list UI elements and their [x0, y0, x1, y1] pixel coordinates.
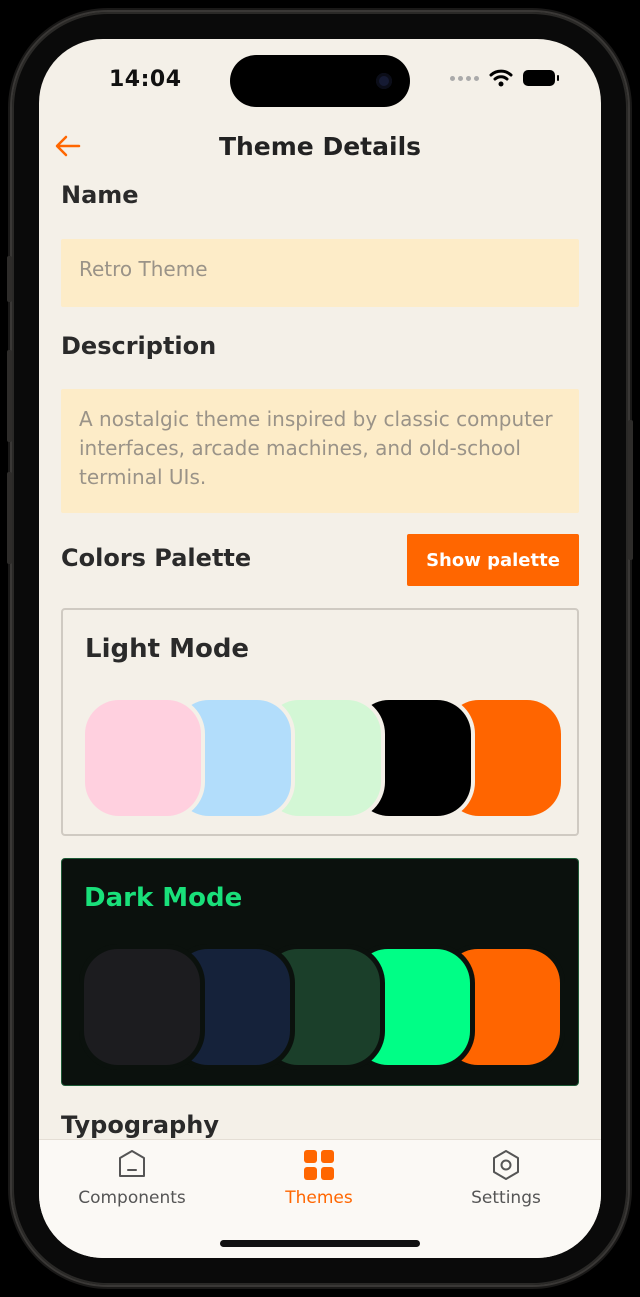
tab-settings[interactable]: Settings — [426, 1148, 586, 1208]
dynamic-island — [230, 55, 410, 107]
side-button-volume-up — [7, 350, 12, 442]
typography-label: Typography — [61, 1111, 219, 1139]
tab-themes[interactable]: Themes — [239, 1148, 399, 1208]
nav-bar: Theme Details — [39, 127, 601, 171]
side-button-volume-down — [7, 472, 12, 564]
side-button-mute — [7, 256, 12, 302]
home-indicator — [220, 1240, 420, 1247]
light-mode-title: Light Mode — [85, 634, 250, 664]
tab-settings-label: Settings — [471, 1188, 541, 1208]
dark-mode-swatches — [84, 949, 564, 1065]
dark-mode-title: Dark Mode — [84, 883, 243, 913]
tab-components[interactable]: Components — [52, 1148, 212, 1208]
tab-components-label: Components — [78, 1188, 186, 1208]
name-label: Name — [61, 181, 139, 209]
battery-icon — [523, 70, 559, 86]
screen: 14:04 Theme Details Name Retro Theme Des… — [39, 39, 601, 1258]
dark-mode-card: Dark Mode — [61, 858, 579, 1086]
status-bar: 14:04 — [39, 39, 601, 119]
themes-grid-icon — [304, 1150, 334, 1180]
cellular-signal-icon — [450, 75, 479, 81]
dark-swatch-1 — [84, 949, 200, 1065]
status-time: 14:04 — [109, 67, 182, 92]
name-field[interactable]: Retro Theme — [61, 239, 579, 307]
page-title: Theme Details — [218, 132, 422, 161]
status-icons — [450, 69, 559, 87]
settings-hex-icon — [493, 1150, 519, 1180]
camera-icon — [376, 73, 392, 89]
description-label: Description — [61, 332, 217, 360]
wifi-icon — [489, 69, 513, 87]
show-palette-button[interactable]: Show palette — [407, 534, 579, 586]
light-mode-card: Light Mode — [61, 608, 579, 836]
tab-themes-label: Themes — [285, 1188, 353, 1208]
components-icon — [119, 1150, 145, 1177]
description-field[interactable]: A nostalgic theme inspired by classic co… — [61, 389, 579, 513]
light-mode-swatches — [85, 700, 565, 816]
side-button-power — [628, 420, 633, 560]
light-swatch-1 — [85, 700, 201, 816]
colors-palette-label: Colors Palette — [61, 544, 252, 572]
